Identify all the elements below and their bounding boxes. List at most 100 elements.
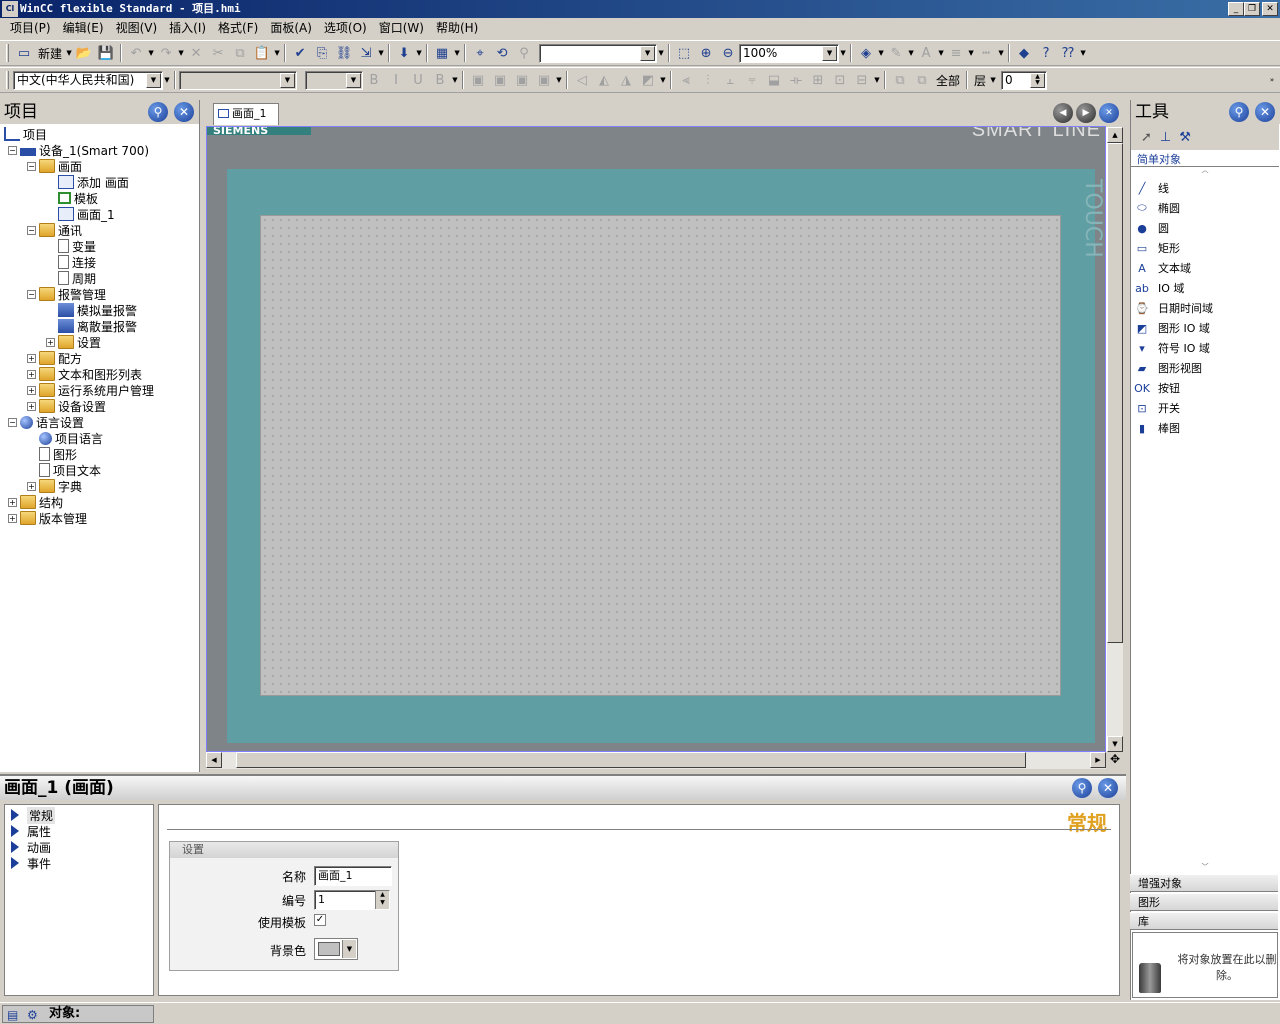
tree-item[interactable]: + 文本和图形列表 <box>27 366 142 382</box>
align-center-icon[interactable]: ⫶ <box>697 70 719 90</box>
close-panel-icon[interactable]: ✕ <box>174 102 194 122</box>
project-manager-icon[interactable]: ▦ <box>431 43 453 63</box>
center-icon[interactable]: ⊡ <box>829 70 851 90</box>
close-panel-icon[interactable]: ✕ <box>1255 102 1275 122</box>
tool-item[interactable]: ▾ 符号 IO 域 <box>1133 338 1210 358</box>
tool-item[interactable]: ▭ 矩形 <box>1133 238 1180 258</box>
layer-spin-icon[interactable]: ▲ ▼ <box>1030 72 1046 88</box>
transfer-dropdown-icon[interactable]: ▼ <box>377 49 385 57</box>
strikethrough-icon[interactable]: B <box>429 70 451 90</box>
align-dropdown-icon[interactable]: ▼ <box>873 76 881 84</box>
font-combo[interactable]: ▼ <box>179 70 297 90</box>
layer-spinbox[interactable]: 0 ▲ ▼ <box>1001 70 1048 90</box>
expand-icon[interactable]: + <box>46 337 55 347</box>
tree-item[interactable]: + 配方 <box>27 350 82 366</box>
collapse-icon[interactable]: − <box>27 225 36 235</box>
zoom-arrow-icon[interactable]: ▼ <box>822 45 838 61</box>
tree-item[interactable]: 添加 画面 <box>46 174 129 190</box>
redo-dropdown-icon[interactable]: ▼ <box>177 49 185 57</box>
tree-item[interactable]: − 语言设置 <box>8 414 84 430</box>
trash-drop-zone[interactable]: 将对象放置在此以删除。 <box>1132 932 1278 998</box>
zoom-in-icon[interactable]: ⊕ <box>695 43 717 63</box>
menu-format[interactable]: 格式(F) <box>212 18 264 38</box>
object-combo[interactable]: ▼ <box>539 43 658 63</box>
arrange-dropdown-icon[interactable]: ▼ <box>555 76 563 84</box>
save-icon[interactable]: 💾 <box>95 43 117 63</box>
flip-icon[interactable]: ◁ <box>571 70 593 90</box>
fill-color-dropdown-icon[interactable]: ▼ <box>877 49 885 57</box>
menu-view[interactable]: 视图(V) <box>110 18 164 38</box>
nav-properties[interactable]: 属性 <box>11 823 51 839</box>
layer-dropdown-icon[interactable]: ▼ <box>989 76 997 84</box>
nav-animation[interactable]: 动画 <box>11 839 51 855</box>
language-extra-icon[interactable]: ▼ <box>163 76 171 84</box>
tool-item[interactable]: ▮ 棒图 <box>1133 418 1180 438</box>
tree-item[interactable]: 项目文本 <box>27 462 101 478</box>
toolbar-grip[interactable] <box>6 44 9 62</box>
collapse-icon[interactable]: − <box>27 161 36 171</box>
prev-tab-icon[interactable]: ◀ <box>1053 103 1073 123</box>
replace-icon[interactable]: ⟲ <box>491 43 513 63</box>
cut-icon[interactable]: ✂ <box>207 43 229 63</box>
horizontal-scroll-thumb[interactable] <box>236 752 1026 768</box>
help-book-icon[interactable]: ◆ <box>1013 43 1035 63</box>
menu-window[interactable]: 窗口(W) <box>373 18 430 38</box>
tool-item[interactable]: OK 按钮 <box>1133 378 1180 398</box>
tool-item[interactable]: ⊡ 开关 <box>1133 398 1180 418</box>
tool-item[interactable]: ⬭ 椭圆 <box>1133 198 1180 218</box>
font-size-arrow-icon[interactable]: ▼ <box>346 72 361 88</box>
edit-group-icon[interactable]: ▣ <box>511 70 533 90</box>
close-editor-icon[interactable]: ✕ <box>1099 103 1119 123</box>
number-spin-icon[interactable]: ▲ ▼ <box>375 891 389 909</box>
pipette-icon[interactable]: ⊥ <box>1160 130 1171 145</box>
toolbar-grip[interactable] <box>6 71 9 89</box>
context-help-icon[interactable]: ⁇ <box>1057 43 1079 63</box>
tool-item[interactable]: ● 圆 <box>1133 218 1169 238</box>
text-format-dropdown-icon[interactable]: ▼ <box>451 76 459 84</box>
copy-icon[interactable]: ⧉ <box>229 43 251 63</box>
tree-item[interactable]: 模板 <box>46 190 98 206</box>
number-field[interactable]: 1 ▲ ▼ <box>314 890 390 910</box>
line-color-icon[interactable]: ✎ <box>885 43 907 63</box>
rotate-left-icon[interactable]: ◮ <box>615 70 637 90</box>
find-icon[interactable]: ⌖ <box>469 43 491 63</box>
scroll-up-icon[interactable]: ▲ <box>1107 127 1123 143</box>
tree-item[interactable]: 周期 <box>46 270 96 286</box>
next-tab-icon[interactable]: ▶ <box>1076 103 1096 123</box>
project-manager-dropdown-icon[interactable]: ▼ <box>453 49 461 57</box>
font-color-icon[interactable]: A <box>915 43 937 63</box>
font-arrow-icon[interactable]: ▼ <box>280 72 295 88</box>
distribute-v-icon[interactable]: ⊞ <box>807 70 829 90</box>
tool-item[interactable]: ⌚ 日期时间域 <box>1133 298 1213 318</box>
object-combo-extra-icon[interactable]: ▼ <box>657 49 665 57</box>
line-width-dropdown-icon[interactable]: ▼ <box>967 49 975 57</box>
tool-item[interactable]: A 文本域 <box>1133 258 1191 278</box>
expand-icon[interactable]: + <box>27 481 36 491</box>
scroll-down-icon[interactable]: ▼ <box>1107 736 1123 752</box>
expand-icon[interactable]: + <box>27 401 36 411</box>
tab-screen-1[interactable]: 画面_1 <box>213 103 279 125</box>
tool-item[interactable]: ◩ 图形 IO 域 <box>1133 318 1210 338</box>
align-middle-icon[interactable]: ⫧ <box>741 70 763 90</box>
bgcolor-picker[interactable]: ▼ <box>314 938 358 960</box>
close-window-button[interactable]: ✕ <box>1262 2 1278 16</box>
collapse-up-icon[interactable]: ︿ <box>1131 166 1279 174</box>
ungroup-icon[interactable]: ▣ <box>489 70 511 90</box>
pin-icon[interactable]: ⚲ <box>148 102 168 122</box>
align-top-icon[interactable]: ⫠ <box>719 70 741 90</box>
underline-icon[interactable]: U <box>407 70 429 90</box>
help-question-icon[interactable]: ? <box>1035 43 1057 63</box>
tree-item[interactable]: 项目 <box>4 126 47 142</box>
combo-arrow-icon[interactable]: ▼ <box>640 45 656 61</box>
tree-item[interactable]: + 结构 <box>8 494 63 510</box>
font-size-combo[interactable]: ▼ <box>305 70 363 90</box>
expand-icon[interactable]: + <box>27 369 36 379</box>
tree-item[interactable]: 离散量报警 <box>46 318 137 334</box>
move-canvas-icon[interactable]: ✥ <box>1106 752 1124 769</box>
tree-item[interactable]: 项目语言 <box>27 430 103 446</box>
zoom-combo[interactable]: 100% ▼ <box>739 43 840 63</box>
italic-icon[interactable]: I <box>385 70 407 90</box>
layer-forward-icon[interactable]: ⧉ <box>889 70 911 90</box>
all-layers-label[interactable]: 全部 <box>933 72 963 89</box>
transfer-icon[interactable]: ⇲ <box>355 43 377 63</box>
